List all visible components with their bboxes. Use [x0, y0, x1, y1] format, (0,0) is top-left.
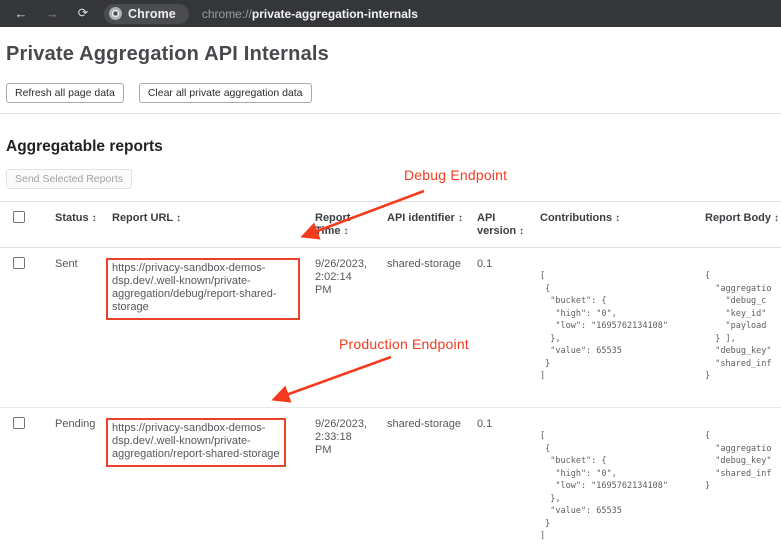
contributions-cell: [ { "bucket": { "high": "0", "low": "169… [522, 408, 689, 551]
row-checkbox-cell [0, 248, 38, 407]
page-content: Private Aggregation API Internals Refres… [0, 43, 781, 551]
api-identifier-cell: shared-storage [370, 248, 460, 407]
page-title: Private Aggregation API Internals [6, 43, 781, 66]
chrome-app-badge: Chrome [104, 4, 189, 24]
report-time-cell: 9/26/2023, 2:33:18 PM [300, 408, 370, 551]
status-cell: Sent [38, 248, 96, 407]
report-body-json: { "aggregatio "debug_key" "shared_inf } [705, 430, 781, 493]
select-all-checkbox[interactable] [13, 211, 25, 223]
clear-data-button[interactable]: Clear all private aggregation data [139, 83, 312, 103]
report-body-cell: { "aggregatio "debug_key" "shared_inf } [689, 408, 781, 551]
browser-topbar: ← → ⟳ Chrome chrome://private-aggregatio… [0, 0, 781, 27]
debug-endpoint-annotation: Debug Endpoint [404, 167, 507, 183]
aggregatable-reports-heading: Aggregatable reports [6, 138, 781, 156]
sort-icon: ↕ [774, 213, 779, 224]
table-row: Sent https://privacy-sandbox-demos- dsp.… [0, 248, 781, 408]
header-status[interactable]: Status↕ [38, 202, 96, 247]
address-bar[interactable]: chrome://private-aggregation-internals [202, 7, 418, 21]
api-version-cell: 0.1 [460, 248, 522, 407]
contributions-json: [ { "bucket": { "high": "0", "low": "169… [540, 430, 689, 543]
chrome-logo-icon [109, 7, 122, 20]
reports-table: Status↕ Report URL↕ Report Time↕ API ide… [0, 201, 781, 551]
row-checkbox[interactable] [13, 257, 25, 269]
section-divider [0, 113, 781, 114]
sort-icon: ↕ [615, 213, 620, 224]
report-url-cell: https://privacy-sandbox-demos- dsp.dev/.… [96, 408, 300, 551]
row-checkbox[interactable] [13, 417, 25, 429]
api-identifier-cell: shared-storage [370, 408, 460, 551]
header-api-version[interactable]: API version↕ [460, 202, 522, 247]
report-url-cell: https://privacy-sandbox-demos- dsp.dev/.… [96, 248, 300, 407]
table-header-row: Status↕ Report URL↕ Report Time↕ API ide… [0, 202, 781, 248]
api-version-cell: 0.1 [460, 408, 522, 551]
url-scheme: chrome:// [202, 7, 252, 21]
report-time-cell: 9/26/2023, 2:02:14 PM [300, 248, 370, 407]
sort-icon: ↕ [343, 226, 348, 237]
header-contributions[interactable]: Contributions↕ [522, 202, 689, 247]
contributions-json: [ { "bucket": { "high": "0", "low": "169… [540, 270, 689, 383]
header-report-time[interactable]: Report Time↕ [300, 202, 370, 247]
status-cell: Pending [38, 408, 96, 551]
toolbar: Refresh all page data Clear all private … [6, 83, 781, 103]
url-host: private-aggregation-internals [252, 7, 418, 21]
production-endpoint-annotation: Production Endpoint [339, 336, 469, 352]
report-body-json: { "aggregatio "debug_c "key_id" "payload… [705, 270, 781, 383]
chrome-app-label: Chrome [128, 7, 176, 21]
contributions-cell: [ { "bucket": { "high": "0", "low": "169… [522, 248, 689, 407]
forward-icon[interactable]: → [43, 0, 61, 27]
header-report-url[interactable]: Report URL↕ [96, 202, 300, 247]
send-selected-reports-button[interactable]: Send Selected Reports [6, 169, 132, 189]
back-icon[interactable]: ← [12, 0, 30, 27]
refresh-all-button[interactable]: Refresh all page data [6, 83, 124, 103]
header-api-identifier[interactable]: API identifier↕ [370, 202, 460, 247]
table-row: Pending https://privacy-sandbox-demos- d… [0, 408, 781, 551]
header-report-body[interactable]: Report Body↕ [689, 202, 781, 247]
production-url-highlight-box: https://privacy-sandbox-demos- dsp.dev/.… [106, 418, 286, 467]
report-body-cell: { "aggregatio "debug_c "key_id" "payload… [689, 248, 781, 407]
debug-url-highlight-box: https://privacy-sandbox-demos- dsp.dev/.… [106, 258, 300, 320]
header-checkbox-cell [0, 202, 38, 247]
row-checkbox-cell [0, 408, 38, 551]
reload-icon[interactable]: ⟳ [74, 0, 92, 27]
sort-icon: ↕ [176, 213, 181, 224]
